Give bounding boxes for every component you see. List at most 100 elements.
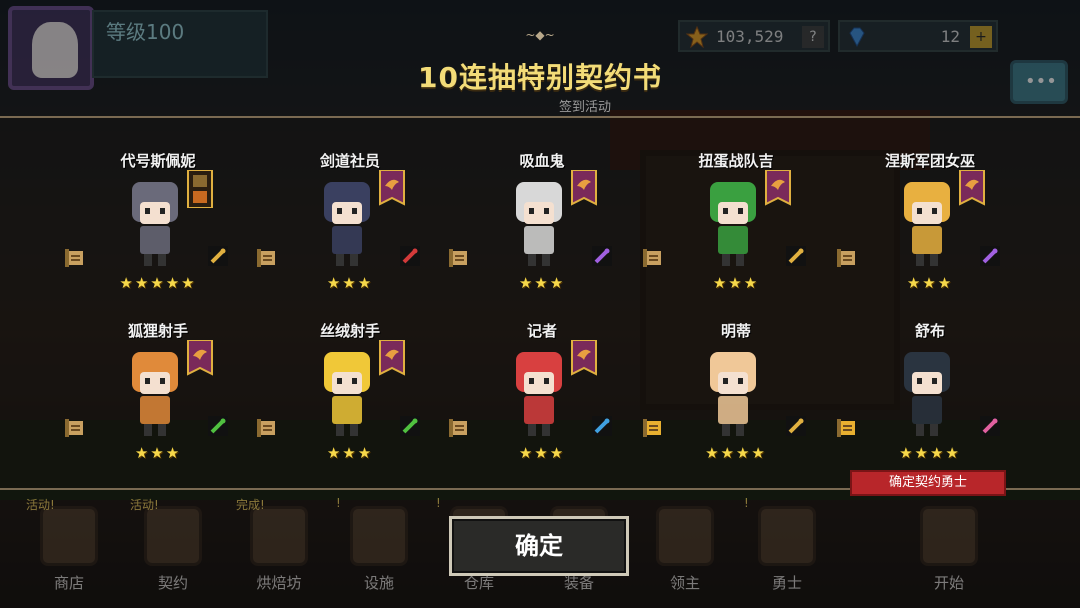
character-card[interactable]: 明蒂 ★★★★ xyxy=(636,288,836,462)
nav-icon xyxy=(920,506,978,566)
rarity-stars: ★★★★ xyxy=(705,444,767,462)
title-ornament: ~◆~ xyxy=(525,28,555,42)
nav-icon xyxy=(250,506,308,566)
gacha-result-panel: 代号斯佩妮 ★★★★★ 剑道社员 ★★★ 吸血鬼 ★★★ 扭蛋战队吉 ★★★ 涅斯军团女巫 ★★★… xyxy=(0,116,1080,490)
rarity-stars: ★★★ xyxy=(518,444,566,462)
character-name: 丝绒射手 xyxy=(319,322,380,340)
rarity-stars: ★★★★ xyxy=(899,444,961,462)
nav-icon xyxy=(144,506,202,566)
gem-add-button[interactable]: + xyxy=(970,26,992,48)
nav-label: 勇士 xyxy=(771,574,802,592)
class-banner-icon xyxy=(187,340,213,376)
gem-icon xyxy=(849,27,865,48)
chat-button[interactable]: ••• xyxy=(1010,60,1068,104)
character-sprite xyxy=(516,182,562,266)
class-banner-icon xyxy=(379,170,405,206)
nav-label: 开始 xyxy=(933,574,964,592)
character-name: 代号斯佩妮 xyxy=(120,152,196,170)
character-card[interactable]: 扭蛋战队吉 ★★★ xyxy=(636,118,836,292)
nav-label: 领主 xyxy=(669,574,700,592)
scroll-icon xyxy=(837,419,855,437)
scroll-icon xyxy=(643,249,661,267)
staff-icon xyxy=(980,246,1000,266)
character-card[interactable]: 代号斯佩妮 ★★★★★ xyxy=(58,118,258,292)
player-level: 等级100 xyxy=(106,20,185,44)
nav-item[interactable]: 活动! 商店 xyxy=(24,498,114,604)
nav-icon xyxy=(40,506,98,566)
level-panel: 等级100 xyxy=(92,10,268,78)
character-name: 扭蛋战队吉 xyxy=(698,152,774,170)
player-avatar[interactable] xyxy=(8,6,94,90)
gem-icon xyxy=(592,416,612,436)
nav-label: 烘焙坊 xyxy=(256,574,302,592)
speech-bubble-icon: ••• xyxy=(1025,71,1057,92)
nav-item[interactable]: ! 勇士 xyxy=(742,496,832,604)
nav-item[interactable]: 开始 xyxy=(904,498,994,604)
scroll-icon xyxy=(837,249,855,267)
gold-help-button[interactable]: ? xyxy=(802,26,824,48)
nav-badge: ! xyxy=(336,496,341,510)
crossbow-icon xyxy=(400,416,420,436)
character-name: 狐狸射手 xyxy=(127,322,188,340)
character-card[interactable]: 丝绒射手 ★★★ xyxy=(250,288,450,462)
gold-value: 103,529 xyxy=(716,27,784,46)
scroll-icon xyxy=(643,419,661,437)
character-sprite xyxy=(710,352,756,436)
class-banner-icon xyxy=(571,170,597,206)
nav-item[interactable]: 领主 xyxy=(640,498,730,604)
nav-label: 商店 xyxy=(53,574,84,592)
character-card[interactable]: 吸血鬼 ★★★ xyxy=(442,118,642,292)
staff-icon xyxy=(592,246,612,266)
nav-icon xyxy=(758,506,816,566)
nav-item[interactable]: 活动! 契约 xyxy=(128,498,218,604)
character-card[interactable]: 狐狸射手 ★★★ xyxy=(58,288,258,462)
holy-symbol-icon xyxy=(980,416,1000,436)
nav-label: 契约 xyxy=(157,574,188,592)
class-banner-icon xyxy=(571,340,597,376)
character-card[interactable]: 舒布 ★★★★ xyxy=(830,288,1030,462)
avatar-face xyxy=(32,22,78,78)
character-sprite xyxy=(710,182,756,266)
character-name: 涅斯军团女巫 xyxy=(884,152,975,170)
character-card[interactable]: 剑道社员 ★★★ xyxy=(250,118,450,292)
confirm-button[interactable]: 确定 xyxy=(449,516,629,576)
scroll-icon xyxy=(257,249,275,267)
rarity-stars: ★★★ xyxy=(326,444,374,462)
gem-counter: 12 + xyxy=(838,20,998,52)
scroll-icon xyxy=(65,419,83,437)
character-sprite xyxy=(132,182,178,266)
scroll-icon xyxy=(449,419,467,437)
character-sprite xyxy=(904,182,950,266)
scroll-icon xyxy=(449,249,467,267)
character-sprite xyxy=(132,352,178,436)
rarity-stars: ★★★ xyxy=(134,444,182,462)
scroll-icon xyxy=(257,419,275,437)
sword-icon xyxy=(786,246,806,266)
sword-icon xyxy=(786,416,806,436)
character-name: 剑道社员 xyxy=(319,152,380,170)
character-name: 记者 xyxy=(526,322,557,340)
nav-badge: ! xyxy=(436,496,441,510)
class-banner-icon xyxy=(959,170,985,206)
nav-badge: 完成! xyxy=(236,498,265,512)
nav-icon xyxy=(656,506,714,566)
nav-label: 设施 xyxy=(363,574,394,592)
character-sprite xyxy=(516,352,562,436)
nav-badge: 活动! xyxy=(26,498,55,512)
gold-emblem-icon xyxy=(187,170,213,208)
gem-value: 12 xyxy=(940,27,960,46)
scroll-icon xyxy=(65,249,83,267)
nav-item[interactable]: 完成! 烘焙坊 xyxy=(234,498,324,604)
character-sprite xyxy=(324,352,370,436)
character-sprite xyxy=(904,352,950,436)
page-title: 10连抽特别契约书 xyxy=(418,61,662,94)
nav-badge: ! xyxy=(744,496,749,510)
character-card[interactable]: 记者 ★★★ xyxy=(442,288,642,462)
nav-item[interactable]: ! 设施 xyxy=(334,496,424,604)
character-sprite xyxy=(324,182,370,266)
event-label: 签到活动 xyxy=(558,100,611,115)
class-banner-icon xyxy=(765,170,791,206)
character-name: 舒布 xyxy=(914,322,945,340)
character-card[interactable]: 涅斯军团女巫 ★★★ xyxy=(830,118,1030,292)
character-name: 明蒂 xyxy=(720,322,751,340)
